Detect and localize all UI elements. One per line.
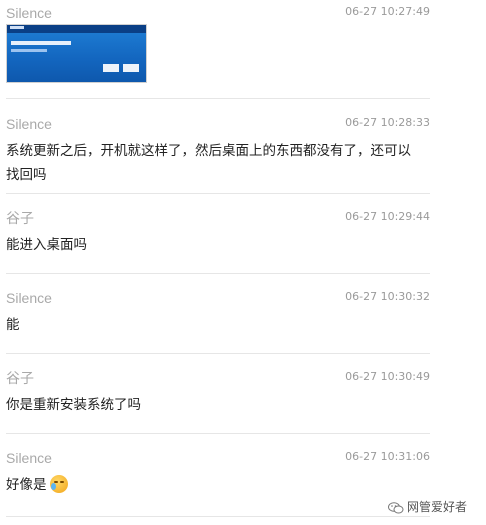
message-time: 06-27 10:27:49	[345, 5, 430, 18]
message-body: 好像是	[6, 473, 416, 497]
message-divider	[6, 353, 430, 354]
chat-message: 谷子 06-27 10:29:44 能进入桌面吗	[6, 210, 430, 260]
chat-history: Silence 06-27 10:27:49 Silence 06-27 10:…	[0, 0, 486, 525]
sender-name: Silence	[6, 116, 52, 132]
sender-name: Silence	[6, 290, 52, 306]
message-text: 能	[6, 317, 20, 333]
chat-message: Silence 06-27 10:30:32 能	[6, 290, 430, 340]
crying-laughing-icon	[49, 475, 68, 493]
chat-message: Silence 06-27 10:28:33 系统更新之后，开机就这样了，然后桌…	[6, 116, 430, 186]
message-text: 你是重新安装系统了吗	[6, 397, 141, 413]
message-divider	[6, 98, 430, 99]
message-divider	[6, 193, 430, 194]
message-text: 系统更新之后，开机就这样了，然后桌面上的东西都没有了，还可以找回吗	[6, 143, 411, 183]
chat-message: Silence 06-27 10:27:49	[6, 5, 430, 85]
message-time: 06-27 10:31:06	[345, 450, 430, 463]
message-text: 好像是	[6, 477, 47, 493]
chat-message: 谷子 06-27 10:30:49 你是重新安装系统了吗	[6, 370, 430, 420]
watermark-text: 网管爱好者	[407, 500, 468, 514]
image-attachment[interactable]	[6, 24, 147, 83]
message-time: 06-27 10:28:33	[345, 116, 430, 129]
message-time: 06-27 10:30:49	[345, 370, 430, 383]
sender-name: 谷子	[6, 370, 34, 386]
message-time: 06-27 10:29:44	[345, 210, 430, 223]
message-divider	[6, 433, 430, 434]
sender-name: Silence	[6, 5, 52, 21]
wechat-icon	[388, 501, 404, 514]
sender-name: Silence	[6, 450, 52, 466]
sender-name: 谷子	[6, 210, 34, 226]
chat-message: Silence 06-27 10:31:06 好像是	[6, 450, 430, 500]
message-time: 06-27 10:30:32	[345, 290, 430, 303]
message-divider	[6, 516, 430, 517]
message-divider	[6, 273, 430, 274]
message-text: 能进入桌面吗	[6, 237, 87, 253]
watermark: 网管爱好者	[388, 498, 467, 515]
